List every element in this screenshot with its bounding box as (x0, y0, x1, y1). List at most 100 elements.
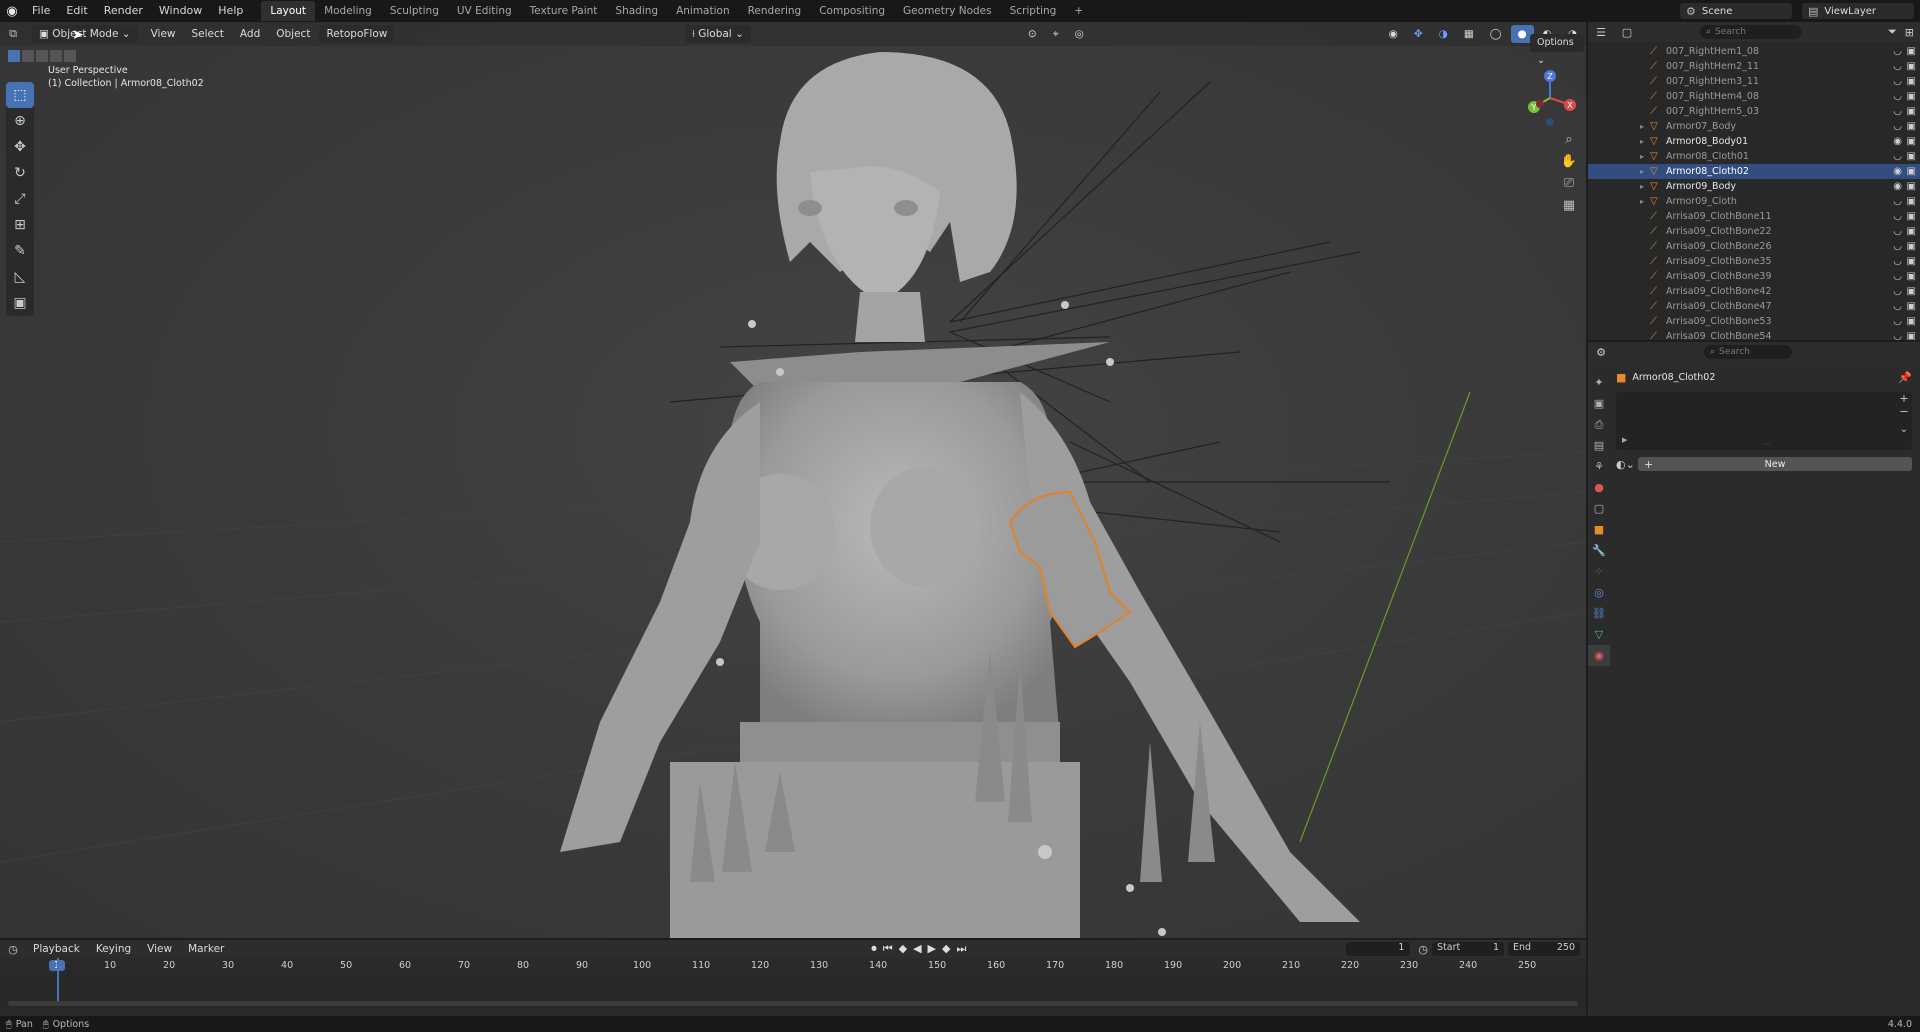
outliner-editor-icon[interactable]: ☰ (1588, 26, 1614, 39)
camera-render-icon[interactable]: ▣ (1907, 196, 1916, 207)
camera-render-icon[interactable]: ▣ (1907, 121, 1916, 132)
outliner-row[interactable]: ▸ ▽ Armor07_Body ◡ ▣ (1588, 119, 1920, 134)
outliner-row[interactable]: ⟋ Arrisa09_ClothBone11 ◡ ▣ (1588, 209, 1920, 224)
expand-arrow-icon[interactable]: ▸ (1640, 137, 1644, 146)
viewport-menu-select[interactable]: Select (185, 25, 231, 43)
outliner-row[interactable]: ⟋ Arrisa09_ClothBone39 ◡ ▣ (1588, 269, 1920, 284)
slot-menu-chevron-icon[interactable]: ⌄ (1896, 424, 1912, 435)
timeline-menu-marker[interactable]: Marker (181, 940, 231, 958)
workspace-tab-compositing[interactable]: Compositing (810, 1, 894, 21)
expand-arrow-icon[interactable]: ▸ (1640, 167, 1644, 176)
display-mode-icon[interactable]: ▢ (1614, 26, 1640, 39)
viewport-menu-view[interactable]: View (144, 25, 183, 43)
camera-render-icon[interactable]: ▣ (1907, 256, 1916, 267)
camera-render-icon[interactable]: ▣ (1907, 166, 1916, 177)
frame-ruler[interactable]: 1102030405060708090100110120130140150160… (0, 958, 1586, 974)
outliner-row[interactable]: ⟋ Arrisa09_ClothBone26 ◡ ▣ (1588, 239, 1920, 254)
workspace-tab-animation[interactable]: Animation (667, 1, 739, 21)
menu-help[interactable]: Help (210, 0, 251, 22)
output-tab-icon[interactable]: ⎙ (1588, 414, 1610, 435)
expand-arrow-icon[interactable]: ▸ (1640, 197, 1644, 206)
outliner-row[interactable]: ⟋ Arrisa09_ClothBone47 ◡ ▣ (1588, 299, 1920, 314)
add-workspace-button[interactable]: + (1065, 1, 1092, 21)
scene-tab-icon[interactable]: ⚘ (1588, 456, 1610, 477)
outliner-row[interactable]: ⟋ Arrisa09_ClothBone54 ◡ ▣ (1588, 329, 1920, 340)
eye-open-icon[interactable]: ◉ (1893, 166, 1902, 177)
options-button[interactable]: Options ⌄ (1530, 34, 1584, 66)
eye-closed-icon[interactable]: ◡ (1893, 121, 1902, 132)
eye-closed-icon[interactable]: ◡ (1893, 61, 1902, 72)
select-intersect-icon[interactable] (64, 50, 76, 62)
render-tab-icon[interactable]: ▣ (1588, 393, 1610, 414)
properties-search[interactable]: ⌕ Search (1704, 345, 1792, 359)
select-extend-icon[interactable] (22, 50, 34, 62)
eye-closed-icon[interactable]: ◡ (1893, 46, 1902, 57)
workspace-tab-uv-editing[interactable]: UV Editing (448, 1, 521, 21)
view-layer-tab-icon[interactable]: ▤ (1588, 435, 1610, 456)
outliner-row[interactable]: ⟋ Arrisa09_ClothBone35 ◡ ▣ (1588, 254, 1920, 269)
camera-render-icon[interactable]: ▣ (1907, 286, 1916, 297)
resize-handle-icon[interactable]: ⋯ (1764, 440, 1771, 448)
select-box-tool-icon[interactable]: ⬚ (6, 82, 34, 108)
camera-render-icon[interactable]: ▣ (1907, 61, 1916, 72)
material-slot-list[interactable]: ▶ ⋯ (1616, 392, 1912, 450)
menu-render[interactable]: Render (96, 0, 151, 22)
shading-wireframe-icon[interactable]: ◯ (1483, 25, 1509, 43)
camera-render-icon[interactable]: ▣ (1907, 151, 1916, 162)
camera-render-icon[interactable]: ▣ (1907, 316, 1916, 327)
add-slot-icon[interactable]: + (1896, 392, 1912, 405)
camera-render-icon[interactable]: ▣ (1907, 76, 1916, 87)
camera-render-icon[interactable]: ▣ (1907, 46, 1916, 57)
object-tab-icon[interactable]: ■ (1588, 519, 1610, 540)
current-frame-field[interactable]: 1 (1346, 942, 1411, 956)
select-new-icon[interactable] (8, 50, 20, 62)
next-keyframe-icon[interactable]: ◆ (942, 942, 950, 956)
visibility-icon[interactable]: ◉ (1382, 25, 1405, 43)
outliner-row[interactable]: ⟋ Arrisa09_ClothBone42 ◡ ▣ (1588, 284, 1920, 299)
xray-icon[interactable]: ▦ (1457, 25, 1481, 43)
eye-closed-icon[interactable]: ◡ (1893, 256, 1902, 267)
viewport-menu-add[interactable]: Add (233, 25, 267, 43)
workspace-tab-shading[interactable]: Shading (606, 1, 667, 21)
eye-open-icon[interactable]: ◉ (1893, 136, 1902, 147)
eye-closed-icon[interactable]: ◡ (1893, 76, 1902, 87)
overlay-toggle-icon[interactable]: ◑ (1432, 25, 1455, 43)
start-frame-field[interactable]: Start 1 (1432, 942, 1504, 956)
menu-edit[interactable]: Edit (58, 0, 95, 22)
scale-tool-icon[interactable]: ⤢ (6, 186, 34, 212)
world-tab-icon[interactable]: ● (1588, 477, 1610, 498)
properties-editor-icon[interactable]: ⚙ (1588, 346, 1614, 359)
particles-tab-icon[interactable]: ⁘ (1588, 561, 1610, 582)
jump-end-icon[interactable]: ⏭ (956, 942, 966, 956)
expand-arrow-icon[interactable]: ▸ (1640, 122, 1644, 131)
record-icon[interactable]: ⏺ (871, 942, 877, 956)
cursor-tool-icon[interactable]: ⊕ (6, 108, 34, 134)
new-collection-icon[interactable]: ⊞ (1905, 26, 1914, 39)
measure-tool-icon[interactable]: ◺ (6, 264, 34, 290)
gizmo-toggle-icon[interactable]: ✥ (1407, 25, 1430, 43)
preview-range-icon[interactable]: ◷ (1418, 943, 1428, 956)
end-frame-field[interactable]: End 250 (1508, 942, 1580, 956)
material-browse-icon[interactable]: ◐⌄ (1616, 458, 1638, 471)
orientation-dropdown[interactable]: ⟊ Global ⌄ (685, 25, 751, 43)
outliner-row[interactable]: ⟋ Arrisa09_ClothBone22 ◡ ▣ (1588, 224, 1920, 239)
transform-tool-icon[interactable]: ⊞ (6, 212, 34, 238)
timeline-menu-view[interactable]: View (140, 940, 179, 958)
blender-logo-icon[interactable]: ◉ (0, 0, 24, 22)
camera-render-icon[interactable]: ▣ (1907, 91, 1916, 102)
add-cube-tool-icon[interactable]: ▣ (6, 290, 34, 316)
outliner-row[interactable]: ⟋ 007_RightHem1_08 ◡ ▣ (1588, 44, 1920, 59)
modifier-tab-icon[interactable]: 🔧 (1588, 540, 1610, 561)
camera-render-icon[interactable]: ▣ (1907, 226, 1916, 237)
workspace-tab-texture-paint[interactable]: Texture Paint (521, 1, 607, 21)
outliner-row[interactable]: ⟋ 007_RightHem5_03 ◡ ▣ (1588, 104, 1920, 119)
outliner-search[interactable]: ⌕ Search (1700, 25, 1802, 39)
outliner-row[interactable]: ⟋ 007_RightHem2_11 ◡ ▣ (1588, 59, 1920, 74)
3d-viewport[interactable]: ⧉ ▣ Object Mode ⌄ View Select Add Object Ret… (0, 22, 1586, 938)
mode-dropdown[interactable]: ▣ Object Mode ⌄ (32, 25, 138, 43)
camera-render-icon[interactable]: ▣ (1907, 241, 1916, 252)
new-material-button[interactable]: + New (1638, 457, 1912, 471)
timeline-menu-keying[interactable]: Keying (89, 940, 138, 958)
expand-arrow-icon[interactable]: ▸ (1640, 182, 1644, 191)
outliner-row[interactable]: ⟋ 007_RightHem4_08 ◡ ▣ (1588, 89, 1920, 104)
